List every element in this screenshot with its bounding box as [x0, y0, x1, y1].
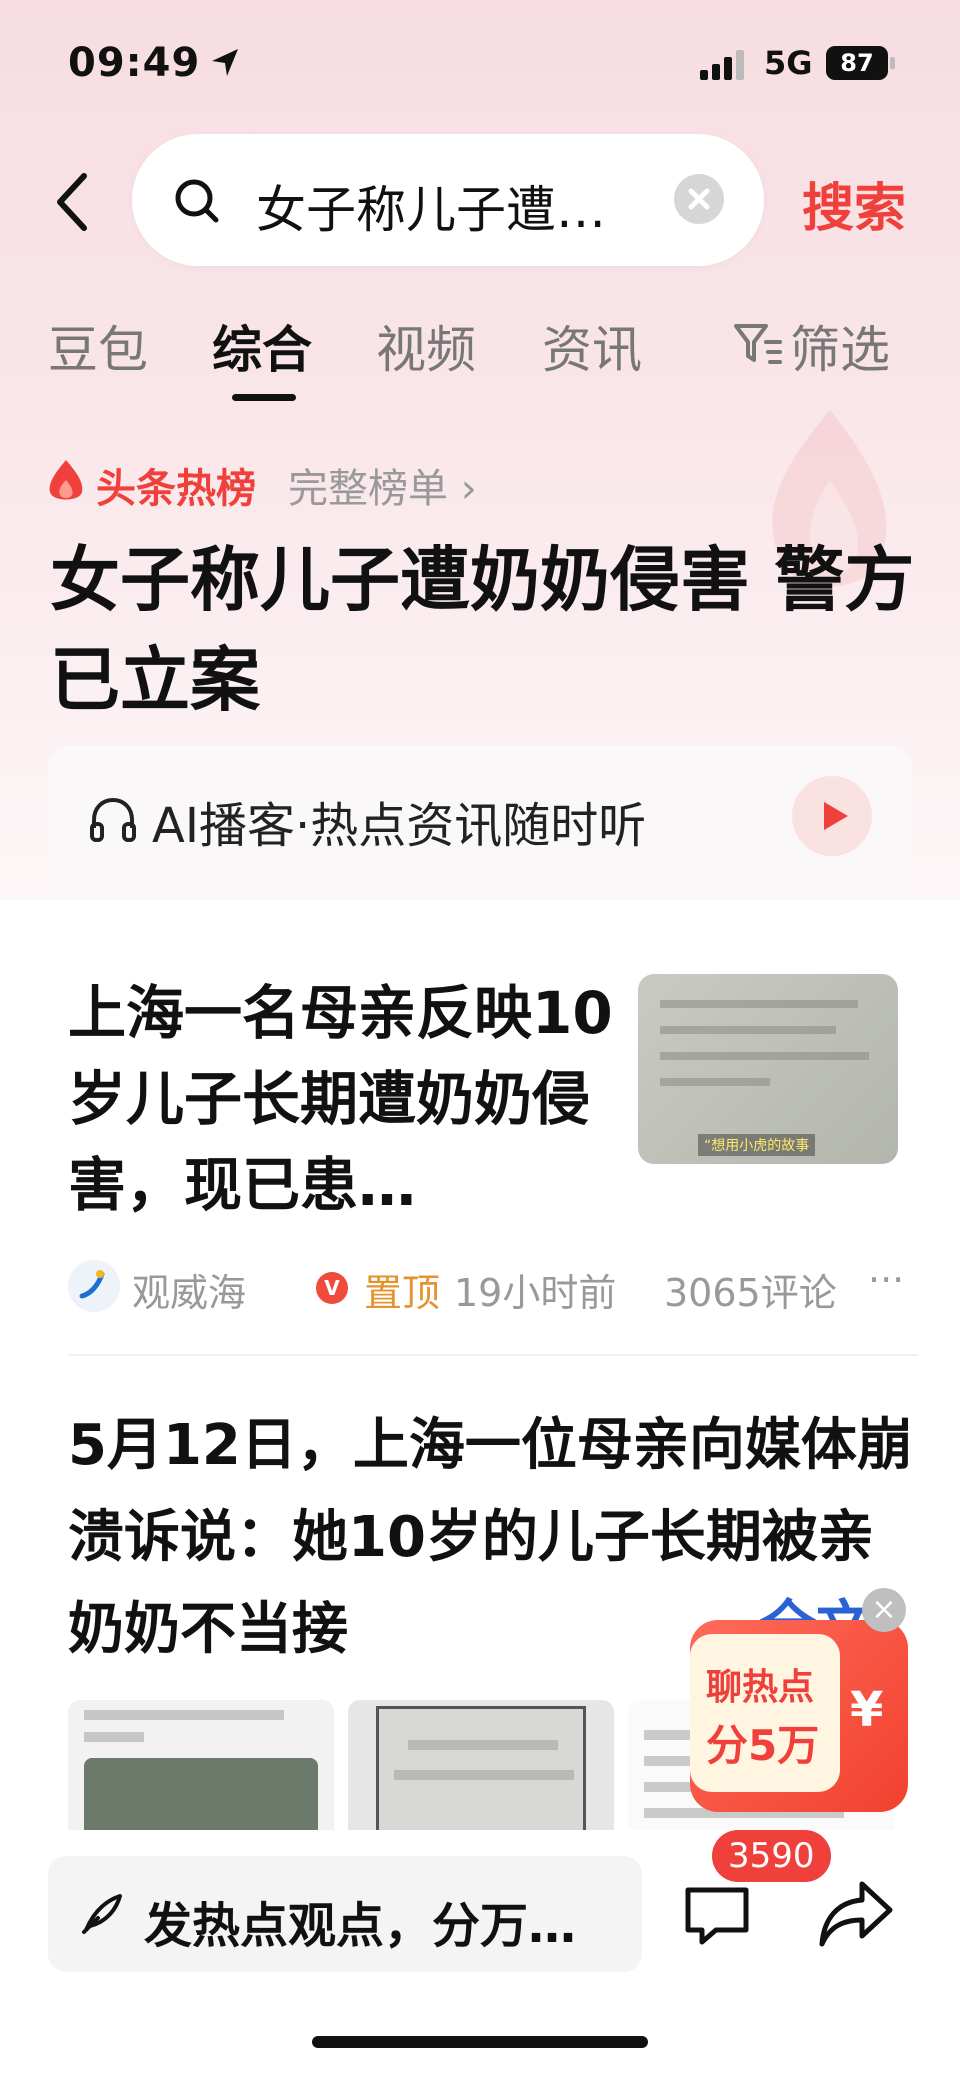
close-icon[interactable]: ×	[862, 1588, 906, 1632]
comment-count-badge: 3590	[712, 1830, 831, 1882]
signal-icon	[700, 50, 744, 80]
hot-list-label[interactable]: 头条热榜	[96, 456, 256, 514]
filter-icon[interactable]	[732, 320, 784, 370]
back-chevron-icon[interactable]	[50, 170, 94, 234]
tab-bar: 豆包 综合 视频 资讯 筛选	[0, 310, 960, 401]
tab-comprehensive[interactable]: 综合	[212, 310, 312, 382]
ai-podcast-bar[interactable]: AI播客·热点资讯随时听	[48, 746, 912, 886]
hot-topic-bonus-popup[interactable]: 聊热点 分5万 ¥	[690, 1620, 908, 1812]
bonus-line-2: 分5万	[706, 1721, 820, 1770]
flame-icon	[49, 460, 83, 500]
comment-placeholder: 发热点观点，分万…	[144, 1898, 577, 1954]
location-arrow-icon	[212, 49, 238, 76]
pen-icon	[82, 1894, 122, 1934]
active-tab-indicator	[232, 394, 296, 401]
comment-count: 3065评论	[664, 1271, 837, 1315]
article-title[interactable]: 上海一名母亲反映10岁儿子长期遭奶奶侵害，现已患…	[68, 970, 628, 1228]
article-meta: 观威海 V 置顶 19小时前 3065评论 ···	[68, 1258, 918, 1318]
battery-icon: 87	[826, 46, 896, 80]
headphone-icon	[90, 797, 136, 842]
status-time: 09:49	[68, 40, 201, 86]
more-options-button[interactable]: ···	[868, 1258, 904, 1302]
tab-news[interactable]: 资讯	[542, 310, 642, 382]
author-avatar[interactable]	[68, 1260, 120, 1312]
post-time: 19小时前	[454, 1271, 617, 1315]
tab-doubao[interactable]: 豆包	[48, 310, 148, 382]
tab-video[interactable]: 视频	[376, 310, 476, 382]
battery-level: 87	[826, 46, 888, 80]
yen-icon: ¥	[850, 1682, 884, 1738]
comment-input[interactable]: 发热点观点，分万…	[48, 1856, 642, 1972]
post-image[interactable]	[348, 1700, 614, 1840]
ai-podcast-text: AI播客·热点资讯随时听	[152, 798, 647, 854]
divider	[68, 1354, 918, 1356]
hot-topic-title[interactable]: 女子称儿子遭奶奶侵害 警方已立案	[50, 530, 920, 730]
article-thumbnail[interactable]: “想用小虎的故事	[638, 974, 898, 1164]
search-query: 女子称儿子遭…	[256, 181, 606, 239]
status-bar: 09:49 5G 87	[0, 0, 960, 130]
verified-badge: V	[316, 1272, 348, 1304]
home-indicator	[312, 2036, 648, 2048]
full-list-link[interactable]: 完整榜单 ›	[288, 456, 477, 514]
comment-icon[interactable]	[682, 1880, 752, 1950]
search-button[interactable]: 搜索	[802, 166, 906, 241]
search-input[interactable]: 女子称儿子遭…	[132, 134, 764, 266]
filter-button[interactable]: 筛选	[790, 310, 890, 382]
pinned-label: 置顶	[364, 1271, 441, 1315]
clear-icon[interactable]	[674, 174, 724, 224]
search-icon	[175, 179, 219, 223]
network-type: 5G	[764, 44, 813, 82]
thumbnail-caption: “想用小虎的故事	[698, 1134, 816, 1156]
author-name[interactable]: 观威海	[132, 1262, 246, 1317]
post-image[interactable]	[68, 1700, 334, 1840]
share-icon[interactable]	[818, 1878, 894, 1950]
bonus-line-1: 聊热点	[706, 1667, 815, 1708]
play-icon[interactable]	[792, 776, 872, 856]
